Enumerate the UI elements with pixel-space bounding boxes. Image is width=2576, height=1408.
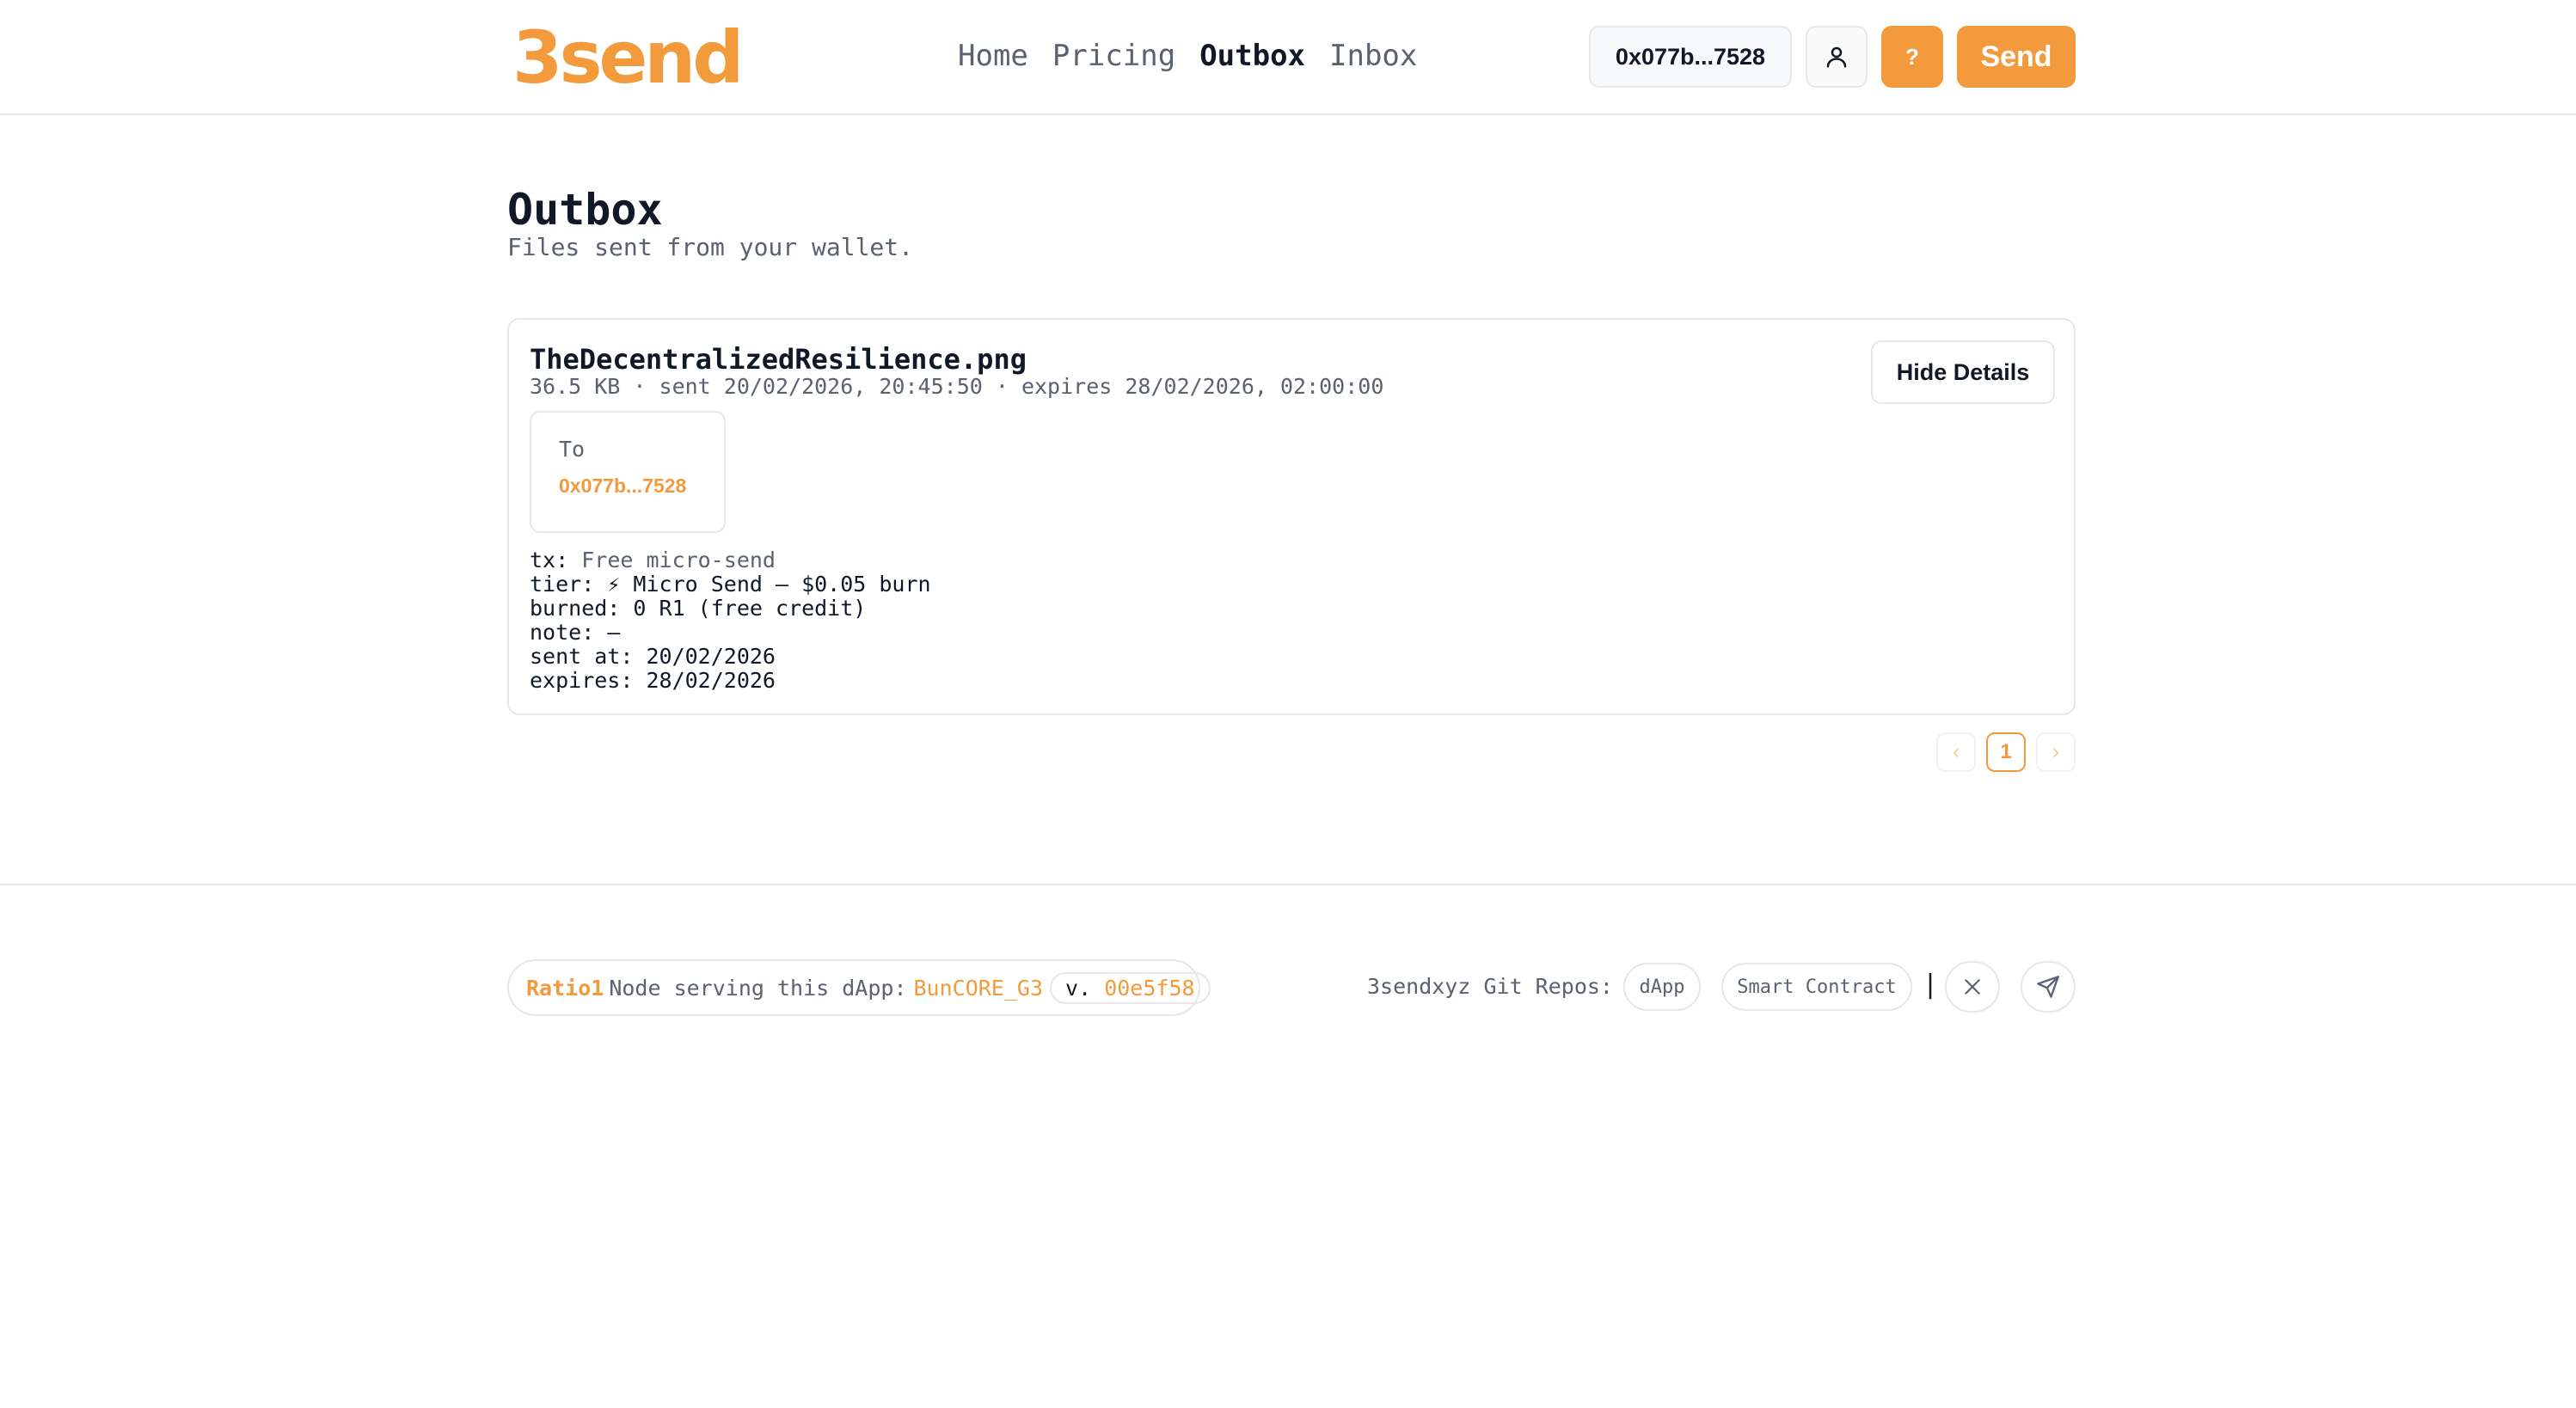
detail-burned: burned: 0 R1 (free credit) bbox=[530, 596, 867, 621]
prev-page-button[interactable]: ‹ bbox=[1936, 732, 1976, 772]
node-text: Node serving this dApp: bbox=[609, 975, 907, 1001]
version-prefix: v. bbox=[1065, 975, 1092, 1001]
file-meta: 36.5 KB · sent 20/02/2026, 20:45:50 · ex… bbox=[530, 374, 1384, 399]
footer-separator: | bbox=[1923, 970, 1939, 1000]
detail-tx: tx: Free micro-send bbox=[530, 548, 931, 572]
file-name: TheDecentralizedResilience.png bbox=[530, 343, 1027, 376]
profile-button[interactable] bbox=[1806, 26, 1868, 88]
repo-smart-contract-link[interactable]: Smart Contract bbox=[1721, 963, 1912, 1011]
recipient-label: To bbox=[559, 437, 586, 462]
hide-details-button[interactable]: Hide Details bbox=[1871, 340, 2055, 404]
detail-expires: expires: 28/02/2026 bbox=[530, 668, 776, 693]
nav-home[interactable]: Home bbox=[958, 34, 1028, 77]
next-page-button[interactable]: › bbox=[2036, 732, 2076, 772]
detail-tier: tier: ⚡ Micro Send — $0.05 burn bbox=[530, 572, 931, 597]
help-button[interactable]: ? bbox=[1881, 26, 1943, 88]
x-social-button[interactable] bbox=[1945, 961, 2000, 1013]
page-subtitle: Files sent from your wallet. bbox=[507, 233, 914, 261]
nav-pricing[interactable]: Pricing bbox=[1052, 34, 1175, 77]
recipient-address[interactable]: 0x077b...7528 bbox=[559, 474, 686, 498]
ratio1-brand[interactable]: Ratio1 bbox=[526, 976, 604, 1001]
footer-divider bbox=[0, 884, 2576, 885]
version-badge: v. 00e5f58 bbox=[1050, 971, 1211, 1004]
top-header: 3send Home Pricing Outbox Inbox 0x077b..… bbox=[0, 0, 2576, 115]
node-info-pill: Ratio1 Node serving this dApp: BunCORE_G… bbox=[507, 959, 1211, 1016]
nav-outbox[interactable]: Outbox bbox=[1199, 34, 1305, 77]
file-details: tx: Free micro-send tier: ⚡ Micro Send —… bbox=[530, 548, 931, 693]
send-button[interactable]: Send bbox=[1957, 26, 2076, 88]
x-close-icon bbox=[1965, 979, 1980, 995]
detail-tx-key: tx: bbox=[530, 548, 569, 572]
sent-file-card: TheDecentralizedResilience.png 36.5 KB ·… bbox=[507, 318, 2076, 715]
page-1-button[interactable]: 1 bbox=[1986, 732, 2026, 772]
node-name: BunCORE_G3 bbox=[913, 975, 1044, 1001]
nav-inbox[interactable]: Inbox bbox=[1329, 34, 1417, 77]
logo[interactable]: 3send bbox=[512, 19, 744, 96]
repo-dapp-link[interactable]: dApp bbox=[1623, 963, 1701, 1011]
main-nav: Home Pricing Outbox Inbox bbox=[958, 34, 1441, 77]
telegram-button[interactable] bbox=[2021, 961, 2076, 1013]
send-plane-icon bbox=[2037, 976, 2059, 998]
page-title: Outbox bbox=[507, 185, 663, 235]
recipient-box: To 0x077b...7528 bbox=[530, 411, 726, 533]
detail-sent-at: sent at: 20/02/2026 bbox=[530, 644, 776, 669]
user-icon bbox=[1826, 46, 1847, 68]
detail-note: note: — bbox=[530, 620, 621, 645]
wallet-button[interactable]: 0x077b...7528 bbox=[1589, 26, 1792, 88]
repos-label: 3sendxyz Git Repos: bbox=[1367, 974, 1613, 999]
version-hash: 00e5f58 bbox=[1104, 975, 1195, 1001]
detail-tx-value: Free micro-send bbox=[581, 548, 776, 572]
